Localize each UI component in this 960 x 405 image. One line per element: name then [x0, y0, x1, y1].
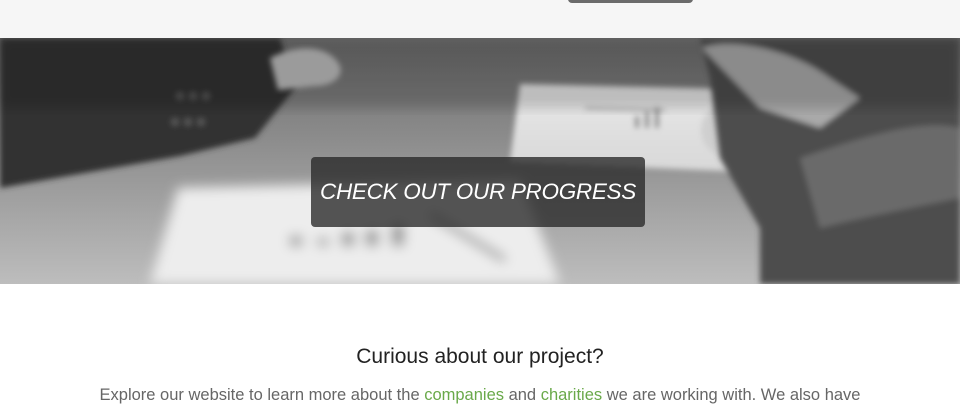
intro-heading: Curious about our project? — [356, 345, 604, 368]
check-out-progress-button[interactable]: CHECK OUT OUR PROGRESS — [311, 157, 645, 227]
intro-text-part1: Explore our website to learn more about … — [99, 386, 425, 404]
top-button[interactable] — [568, 0, 693, 3]
top-section — [0, 0, 960, 38]
intro-text-part3: we are working with. We also have — [602, 386, 861, 404]
check-out-progress-label: CHECK OUT OUR PROGRESS — [320, 179, 636, 204]
charities-link[interactable]: charities — [541, 386, 602, 404]
intro-section: Curious about our project? Explore our w… — [0, 284, 960, 404]
intro-paragraph: Explore our website to learn more about … — [0, 386, 960, 405]
intro-text-part2: and — [504, 386, 541, 404]
companies-link[interactable]: companies — [424, 386, 504, 404]
hero-banner: CHECK OUT OUR PROGRESS — [0, 38, 960, 284]
